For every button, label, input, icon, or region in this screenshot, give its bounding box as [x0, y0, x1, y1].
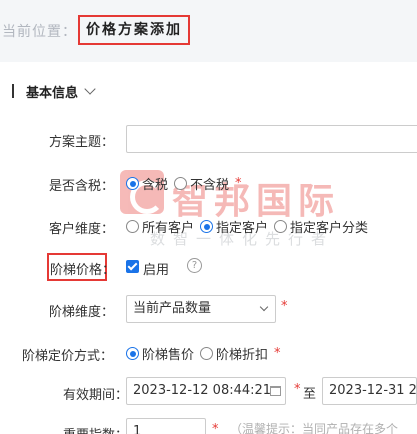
section-marker: [12, 84, 14, 98]
chevron-down-icon[interactable]: [84, 82, 96, 95]
required-mark: *: [274, 346, 281, 361]
required-mark: *: [235, 176, 242, 191]
radio-label: 不含税: [190, 178, 230, 193]
radio-unselected-icon: [174, 177, 188, 190]
radio-selected-icon: [126, 347, 139, 360]
tax-radio-group: 含税 不含税 *: [126, 174, 242, 193]
radio-tax-excluded[interactable]: 不含税: [174, 174, 229, 193]
radio-selected-icon: [126, 177, 139, 190]
radio-label: 指定客户分类: [290, 221, 369, 236]
priority-tip: （温馨提示：当同产品存在多个: [230, 422, 399, 434]
scheme-subject-input[interactable]: [126, 125, 417, 153]
valid-period-separator: 至: [303, 387, 317, 402]
tier-pricing-mode-radio-group: 阶梯售价 阶梯折扣 *: [126, 344, 281, 363]
radio-label: 阶梯售价: [142, 348, 195, 363]
tier-price-enable-label[interactable]: 启用: [143, 259, 169, 278]
tier-dimension-label: 阶梯维度：: [49, 305, 115, 320]
radio-unselected-icon: [200, 347, 214, 360]
tax-label: 是否含税：: [49, 179, 115, 194]
help-icon[interactable]: ?: [187, 258, 202, 273]
required-mark: *: [294, 382, 301, 397]
valid-period-label: 有效期间：: [63, 388, 129, 403]
customer-dimension-radio-group: 所有客户 指定客户 指定客户分类: [126, 217, 374, 236]
priority-select[interactable]: 1: [126, 418, 206, 434]
tier-price-label: 阶梯价格：: [50, 263, 116, 278]
radio-label: 阶梯折扣: [216, 348, 269, 363]
section-header-basic-info[interactable]: 基本信息: [12, 82, 96, 101]
radio-unselected-icon: [274, 220, 288, 233]
radio-label: 所有客户: [142, 221, 195, 236]
breadcrumb-label: 当前位置：: [2, 24, 77, 40]
breadcrumb-current: 价格方案添加: [78, 15, 190, 45]
location-bar: 当前位置： 价格方案添加: [0, 0, 417, 62]
priority-label: 重要指数：: [63, 424, 128, 434]
scheme-subject-label: 方案主题：: [49, 135, 115, 150]
radio-tax-included[interactable]: 含税: [126, 174, 168, 193]
tier-price-enable-checkbox[interactable]: [126, 260, 139, 273]
radio-unselected-icon: [126, 220, 139, 233]
tier-dimension-select[interactable]: 当前产品数量: [126, 295, 276, 323]
radio-specified-customer-category[interactable]: 指定客户分类: [274, 217, 368, 236]
radio-label: 指定客户: [216, 221, 269, 236]
radio-tier-discount[interactable]: 阶梯折扣: [200, 344, 268, 363]
radio-specified-customers[interactable]: 指定客户: [200, 217, 268, 236]
required-mark: *: [281, 299, 288, 314]
radio-tier-sale-price[interactable]: 阶梯售价: [126, 344, 194, 363]
calendar-icon[interactable]: [270, 386, 281, 396]
radio-label: 含税: [142, 178, 169, 193]
radio-all-customers[interactable]: 所有客户: [126, 217, 194, 236]
valid-period-start-input[interactable]: 2023-12-12 08:44:21: [126, 377, 286, 405]
priority-value: 1: [133, 424, 142, 434]
tier-dimension-value: 当前产品数量: [133, 301, 212, 316]
radio-selected-icon: [200, 220, 214, 233]
tier-pricing-mode-label: 阶梯定价方式：: [22, 349, 114, 364]
required-mark: *: [212, 422, 219, 434]
section-title: 基本信息: [26, 85, 79, 101]
valid-period-end-input[interactable]: 2023-12-31 23: [322, 377, 417, 405]
customer-dimension-label: 客户维度：: [49, 222, 115, 237]
